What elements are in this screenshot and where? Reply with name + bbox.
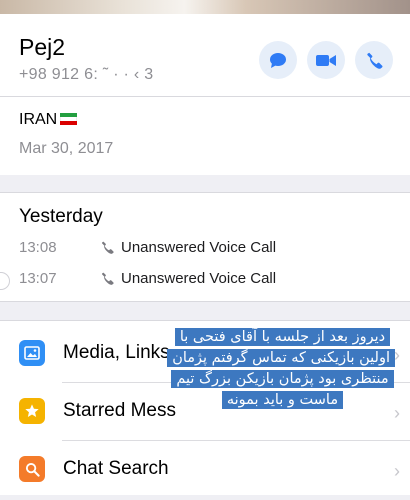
profile-photo-strip (0, 0, 410, 14)
contact-phone[interactable]: +98 912 6: ˜ · · ‹ 3 (19, 66, 154, 84)
caption-overlay: دیروز بعد از جلسه با آقای فتحی با اولین … (167, 327, 395, 494)
video-call-button[interactable] (307, 41, 345, 79)
phone-icon (366, 52, 382, 69)
bottom-spacer (0, 495, 410, 500)
iran-flag-icon (60, 113, 78, 125)
call-row[interactable]: 13:08 Unanswered Voice Call (0, 239, 410, 263)
search-icon (19, 456, 45, 482)
chat-bubble-icon (270, 52, 286, 68)
phone-icon (101, 272, 114, 285)
joined-date: Mar 30, 2017 (19, 140, 114, 157)
caption-text: دیروز بعد از جلسه با آقای فتحی با اولین … (167, 328, 395, 409)
contact-info-card: IRAN Mar 30, 2017 (0, 96, 410, 175)
contact-name: Pej2 (19, 34, 66, 60)
menu-item-label: Chat Search (63, 458, 169, 479)
video-camera-icon (316, 54, 336, 66)
star-icon (19, 398, 45, 424)
menu-item-label: Starred Mess (63, 400, 176, 421)
call-status: Unanswered Voice Call (121, 239, 277, 256)
photo-icon (19, 340, 45, 366)
call-time: 13:08 (19, 239, 57, 256)
call-history-header: Yesterday (19, 206, 103, 227)
call-status: Unanswered Voice Call (121, 270, 277, 287)
country-label: IRAN (19, 111, 58, 128)
call-history-card: Yesterday 13:08 Unanswered Voice Call 13… (0, 192, 410, 302)
contact-card: Pej2 +98 912 6: ˜ · · ‹ 3 (0, 14, 410, 96)
message-button[interactable] (259, 41, 297, 79)
call-time: 13:07 (19, 270, 57, 287)
voice-call-button[interactable] (355, 41, 393, 79)
call-row[interactable]: 13:07 Unanswered Voice Call (0, 270, 410, 294)
menu-item-label: Media, Links (63, 342, 170, 363)
country-row: IRAN (19, 111, 78, 129)
phone-icon (101, 241, 114, 254)
